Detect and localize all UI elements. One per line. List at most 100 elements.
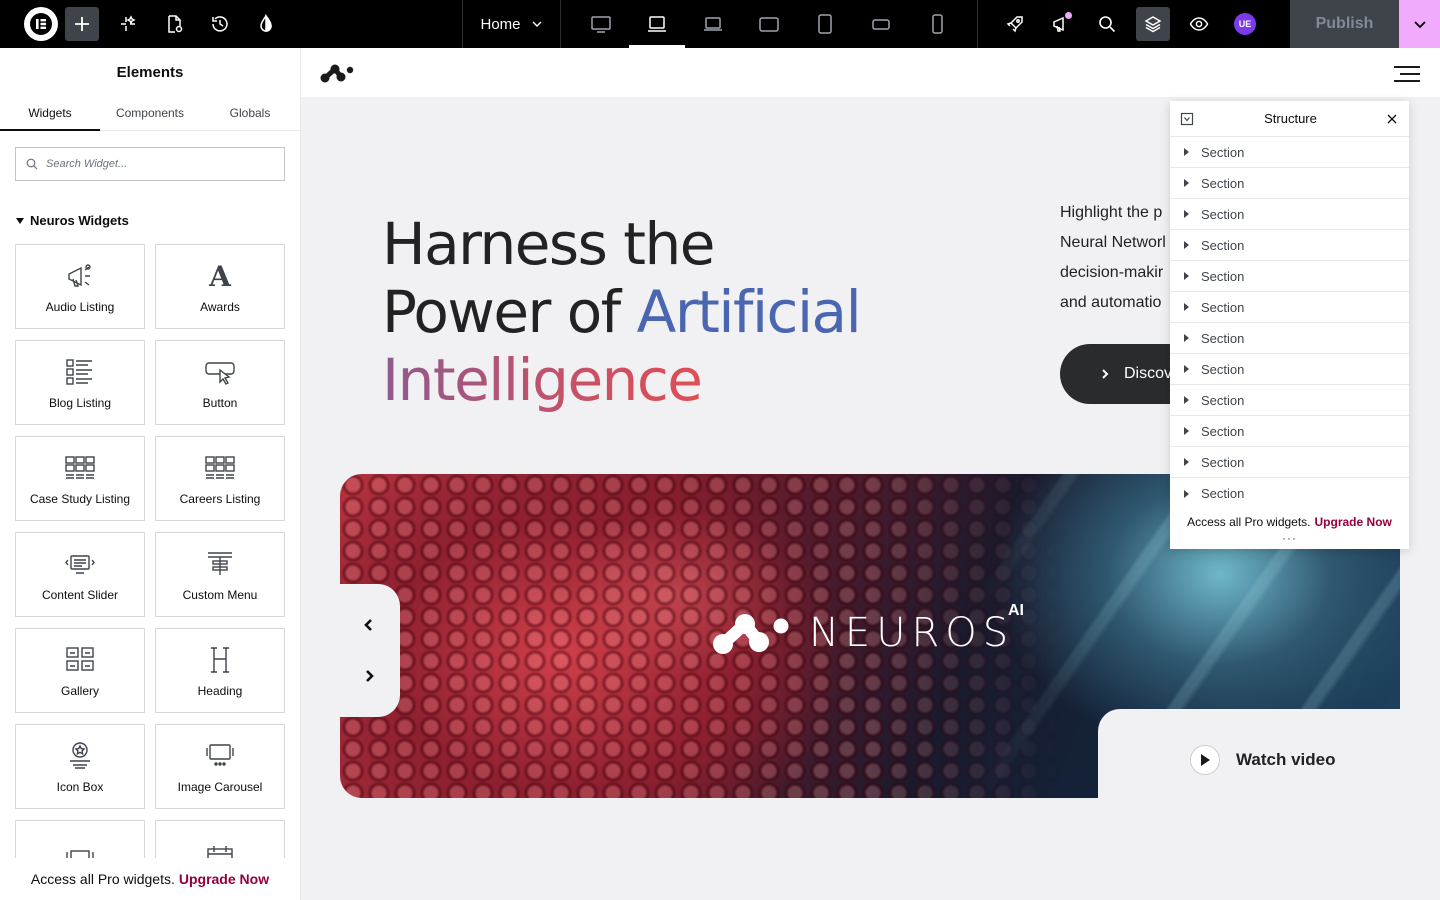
- structure-row-label: Section: [1201, 144, 1245, 160]
- widget-awards[interactable]: A Awards: [155, 244, 285, 329]
- avatar: UE: [1234, 13, 1256, 35]
- device-mobile-portrait-button[interactable]: [909, 0, 965, 48]
- device-tablet-portrait-button[interactable]: [797, 0, 853, 48]
- widget-custom-menu[interactable]: Custom Menu: [155, 532, 285, 617]
- structure-row[interactable]: Section: [1170, 323, 1409, 354]
- site-logo-icon[interactable]: [319, 62, 355, 84]
- publish-button[interactable]: Publish: [1290, 0, 1399, 48]
- structure-row[interactable]: Section: [1170, 385, 1409, 416]
- upgrade-link[interactable]: Upgrade Now: [179, 871, 269, 887]
- ai-button[interactable]: [105, 0, 151, 48]
- widget-label: Heading: [197, 683, 243, 698]
- device-widescreen-button[interactable]: [685, 0, 741, 48]
- structure-button[interactable]: [1136, 7, 1170, 41]
- launch-button[interactable]: [998, 7, 1032, 41]
- structure-row[interactable]: Section: [1170, 416, 1409, 447]
- structure-row[interactable]: Section: [1170, 447, 1409, 478]
- widget-careers-listing[interactable]: Careers Listing: [155, 436, 285, 521]
- structure-row-label: Section: [1201, 237, 1245, 253]
- caret-right-icon[interactable]: [1184, 427, 1189, 435]
- gallery-icon: [66, 646, 94, 671]
- elementor-logo-button[interactable]: [24, 7, 58, 41]
- caret-right-icon[interactable]: [1184, 489, 1189, 498]
- structure-row[interactable]: Section: [1170, 137, 1409, 168]
- search-input[interactable]: [46, 158, 266, 170]
- structure-row[interactable]: Section: [1170, 230, 1409, 261]
- svg-text:A: A: [208, 260, 232, 292]
- device-mobile-landscape-button[interactable]: [853, 0, 909, 48]
- widget-icon-box[interactable]: Icon Box: [15, 724, 145, 809]
- caret-right-icon[interactable]: [1184, 272, 1189, 280]
- caret-right-icon[interactable]: [1184, 334, 1189, 342]
- page-settings-icon: [168, 15, 183, 33]
- page-settings-button[interactable]: [151, 0, 197, 48]
- watch-video-button[interactable]: Watch video: [1190, 745, 1336, 775]
- hamburger-menu-icon[interactable]: [1394, 66, 1420, 87]
- widget-case-study-listing[interactable]: Case Study Listing: [15, 436, 145, 521]
- add-element-button[interactable]: [65, 7, 99, 41]
- caret-right-icon[interactable]: [1184, 396, 1189, 404]
- notifications-button[interactable]: [1044, 7, 1078, 41]
- laptop-icon: [648, 16, 666, 32]
- widget-blog-listing[interactable]: Blog Listing: [15, 340, 145, 425]
- site-settings-button[interactable]: [243, 0, 289, 48]
- structure-row[interactable]: Section: [1170, 292, 1409, 323]
- user-avatar-button[interactable]: UE: [1228, 7, 1262, 41]
- tablet-landscape-icon: [759, 17, 779, 32]
- tab-widgets[interactable]: Widgets: [0, 96, 100, 131]
- tab-components[interactable]: Components: [100, 96, 200, 130]
- hero-heading[interactable]: Harness the Power of Artificial Intellig…: [382, 210, 862, 414]
- caret-right-icon[interactable]: [1184, 458, 1189, 466]
- preview-button[interactable]: [1182, 7, 1216, 41]
- device-tablet-landscape-button[interactable]: [741, 0, 797, 48]
- device-desktop-button[interactable]: [573, 0, 629, 48]
- notification-dot: [1065, 12, 1072, 19]
- widget-heading[interactable]: Heading: [155, 628, 285, 713]
- chevron-down-icon: [532, 21, 541, 27]
- structure-row[interactable]: Section: [1170, 261, 1409, 292]
- widget-button[interactable]: Button: [155, 340, 285, 425]
- play-icon: [1190, 745, 1220, 775]
- slider-icon: [65, 554, 95, 574]
- device-laptop-button[interactable]: [629, 0, 685, 48]
- widget-image-carousel[interactable]: Image Carousel: [155, 724, 285, 809]
- structure-row[interactable]: Section: [1170, 354, 1409, 385]
- hero-line-1: Harness the: [382, 210, 715, 278]
- caret-right-icon[interactable]: [1184, 210, 1189, 218]
- upgrade-link[interactable]: Upgrade Now: [1315, 515, 1392, 529]
- slider-next-button[interactable]: [361, 666, 377, 686]
- elements-panel: Elements Widgets Components Globals Neur…: [0, 48, 301, 900]
- caret-right-icon[interactable]: [1184, 365, 1189, 373]
- search-button[interactable]: [1090, 7, 1124, 41]
- caret-right-icon[interactable]: [1184, 303, 1189, 311]
- device-switcher: [573, 0, 965, 48]
- slider-prev-button[interactable]: [361, 615, 377, 635]
- structure-row[interactable]: Section: [1170, 478, 1409, 509]
- structure-panel: Structure Section Section Section Sectio…: [1170, 101, 1409, 549]
- structure-row-label: Section: [1201, 361, 1245, 377]
- history-button[interactable]: [197, 0, 243, 48]
- category-header[interactable]: Neuros Widgets: [16, 213, 300, 228]
- page-selector[interactable]: Home: [462, 0, 561, 48]
- caret-right-icon[interactable]: [1184, 148, 1189, 156]
- search-icon: [26, 158, 38, 170]
- publish-options-button[interactable]: [1399, 0, 1440, 48]
- structure-row[interactable]: Section: [1170, 168, 1409, 199]
- widget-gallery[interactable]: Gallery: [15, 628, 145, 713]
- caret-right-icon[interactable]: [1184, 241, 1189, 249]
- tab-globals[interactable]: Globals: [200, 96, 300, 130]
- grid-icon: [205, 455, 235, 479]
- resize-grip-icon[interactable]: ···: [1170, 532, 1409, 544]
- widget-label: Content Slider: [41, 587, 119, 602]
- carousel-icon: [206, 743, 234, 766]
- close-icon[interactable]: [1387, 114, 1397, 124]
- widget-content-slider[interactable]: Content Slider: [15, 532, 145, 617]
- collapse-all-icon[interactable]: [1180, 112, 1194, 126]
- widget-label: Gallery: [60, 683, 99, 698]
- caret-right-icon[interactable]: [1184, 179, 1189, 187]
- widget-label: Icon Box: [56, 779, 104, 794]
- structure-row[interactable]: Section: [1170, 199, 1409, 230]
- widget-audio-listing[interactable]: Audio Listing: [15, 244, 145, 329]
- hero-line-3-text: Intelligence: [382, 346, 703, 414]
- neuros-logo-icon: [713, 614, 789, 654]
